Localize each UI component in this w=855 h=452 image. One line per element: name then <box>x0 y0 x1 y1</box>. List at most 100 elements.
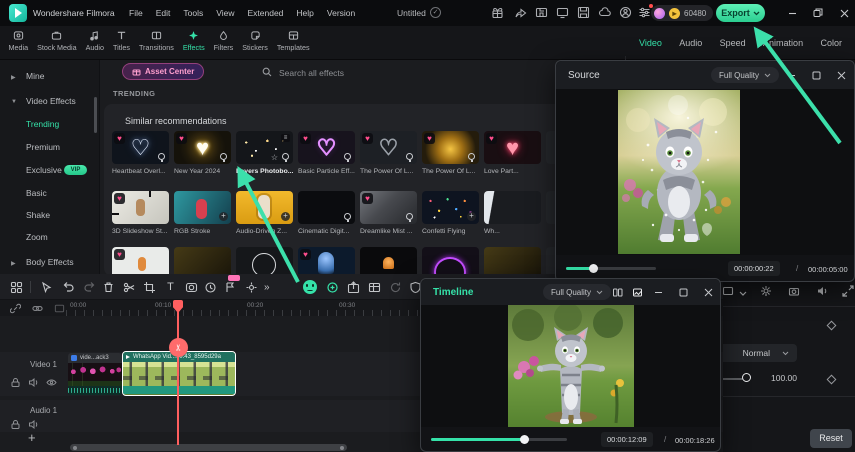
select-tool-icon[interactable] <box>40 281 53 294</box>
gift-icon[interactable] <box>491 6 504 19</box>
share-icon[interactable] <box>514 6 527 19</box>
favorite-heart-badge[interactable]: ♥ <box>300 133 311 144</box>
mute-speaker-icon[interactable] <box>28 377 39 388</box>
sidebar-item-basic[interactable]: Basic <box>26 188 47 198</box>
quality-dropdown[interactable]: Full Quality <box>711 67 779 83</box>
menu-edit[interactable]: Edit <box>156 8 171 18</box>
tab-templates[interactable]: Templates <box>272 26 314 52</box>
favorite-heart-badge[interactable]: ♥ <box>300 249 311 260</box>
menu-file[interactable]: File <box>129 8 143 18</box>
ai-enhance-icon[interactable] <box>326 281 339 294</box>
fullscreen-icon[interactable] <box>842 285 854 297</box>
tab-effects[interactable]: Effects <box>178 26 209 52</box>
close-button[interactable] <box>703 287 714 298</box>
speed-clock-icon[interactable] <box>204 281 217 294</box>
text-tool-icon[interactable]: T <box>164 281 177 294</box>
split-scissors-icon[interactable] <box>123 281 136 294</box>
playback-slider-handle[interactable] <box>520 435 529 444</box>
favorite-heart-badge[interactable]: ♥ <box>114 193 125 204</box>
collapse-caret-icon[interactable]: ▶ <box>11 74 16 81</box>
cloud-upload-icon[interactable] <box>598 6 611 19</box>
tab-audio[interactable]: Audio <box>81 26 108 52</box>
save-project-icon[interactable] <box>535 6 548 19</box>
tab-video[interactable]: Video <box>639 38 662 48</box>
add-icon[interactable]: + <box>281 212 290 221</box>
restore-button[interactable] <box>813 0 823 26</box>
opacity-slider-handle[interactable] <box>742 373 751 382</box>
lock-icon[interactable] <box>10 419 21 430</box>
keyframe-diamond-icon[interactable] <box>827 375 837 385</box>
info-bulb-icon[interactable] <box>344 213 351 220</box>
image-view-icon[interactable] <box>632 287 643 298</box>
quality-dropdown[interactable]: Full Quality <box>543 284 611 300</box>
tab-media[interactable]: Media <box>4 26 33 52</box>
display-icon[interactable] <box>556 6 569 19</box>
effect-card[interactable]: ♥3D Slideshow St... <box>112 191 169 235</box>
favorite-heart-badge[interactable]: ♥ <box>176 133 187 144</box>
sidebar-item-zoom[interactable]: Zoom <box>26 232 48 242</box>
effect-card[interactable]: +Audio-Driven Z... <box>236 191 293 235</box>
effect-card[interactable]: ♥♥Love Part... <box>484 131 541 175</box>
sidebar-item-video-effects[interactable]: Video Effects <box>26 96 76 106</box>
preview-settings-gear-icon[interactable] <box>760 285 772 297</box>
keyframe-diamond-icon[interactable] <box>827 321 837 331</box>
menu-version[interactable]: Version <box>327 8 355 18</box>
more-tools-icon[interactable]: » <box>264 281 277 294</box>
effect-card[interactable]: ♥♥New Year 2024 <box>174 131 231 175</box>
minimize-button[interactable] <box>653 287 664 298</box>
effect-card[interactable]: +Confetti Flying <box>422 191 479 235</box>
menu-extended[interactable]: Extended <box>247 8 283 18</box>
split-view-icon[interactable] <box>612 287 623 298</box>
effect-card[interactable] <box>422 247 479 274</box>
info-bulb-icon[interactable] <box>468 153 475 160</box>
effect-card[interactable]: ♥♡The Power Of L... <box>360 131 417 175</box>
user-account-icon[interactable] <box>619 6 632 19</box>
undo-icon[interactable] <box>62 281 75 294</box>
effect-card[interactable]: ♥♡Basic Particle Eff... <box>298 131 355 175</box>
credits-pill[interactable]: ▸ 60480 <box>651 5 713 21</box>
sidebar-item-premium[interactable]: Premium <box>26 142 60 152</box>
playhead-line[interactable] <box>177 301 179 445</box>
motion-track-icon[interactable] <box>245 281 258 294</box>
effect-card[interactable]: +RGB Stroke <box>174 191 231 235</box>
effect-card[interactable]: ♥The Power Of L... <box>422 131 479 175</box>
sidebar-item-body-effects[interactable]: Body Effects <box>26 257 74 267</box>
sidebar-item-exclusive[interactable]: Exclusive <box>26 165 62 175</box>
info-bulb-icon[interactable] <box>158 153 165 160</box>
asset-center-button[interactable]: Asset Center <box>122 63 204 80</box>
source-window-header[interactable]: Source Full Quality <box>556 61 854 89</box>
effect-card[interactable] <box>360 247 417 274</box>
menu-help[interactable]: Help <box>296 8 313 18</box>
tab-stickers[interactable]: Stickers <box>238 26 273 52</box>
tab-filters[interactable]: Filters <box>209 26 238 52</box>
maximize-button[interactable] <box>678 287 689 298</box>
timeline-window-header[interactable]: Timeline Full Quality <box>421 279 720 305</box>
link-icon[interactable] <box>32 303 43 314</box>
horizontal-scrollbar[interactable] <box>70 444 347 451</box>
favorite-heart-badge[interactable]: ♥ <box>114 249 125 260</box>
effect-card[interactable]: Cinematic Digit... <box>298 191 355 235</box>
sidebar-item-trending[interactable]: Trending <box>26 119 59 129</box>
export-clip-icon[interactable] <box>347 281 360 294</box>
effect-card[interactable] <box>174 247 231 274</box>
info-bulb-icon[interactable] <box>220 153 227 160</box>
sidebar-item-mine[interactable]: Mine <box>26 71 44 81</box>
search-input[interactable]: Search all effects <box>279 68 344 78</box>
effect-card[interactable]: ♥ <box>112 247 169 274</box>
refresh-icon[interactable] <box>389 281 402 294</box>
timeline-clip-whatsapp-video[interactable]: WhatsApp Vid...10.43_8595d29a <box>122 351 236 396</box>
favorite-heart-badge[interactable]: ♥ <box>362 193 373 204</box>
minimize-button[interactable] <box>786 70 797 81</box>
effect-card[interactable]: Wh... <box>484 191 541 235</box>
layout-grid-icon[interactable] <box>10 281 23 294</box>
eye-icon[interactable] <box>46 377 57 388</box>
crop-icon[interactable] <box>143 281 156 294</box>
delete-trash-icon[interactable] <box>102 281 115 294</box>
close-button[interactable] <box>840 0 849 26</box>
menu-view[interactable]: View <box>216 8 234 18</box>
mute-speaker-icon[interactable] <box>28 419 39 430</box>
tab-transitions[interactable]: Transitions <box>134 26 178 52</box>
save-as-icon[interactable] <box>577 6 590 19</box>
export-button[interactable]: Export <box>716 4 765 22</box>
keyframe-tool-icon[interactable] <box>225 281 238 294</box>
